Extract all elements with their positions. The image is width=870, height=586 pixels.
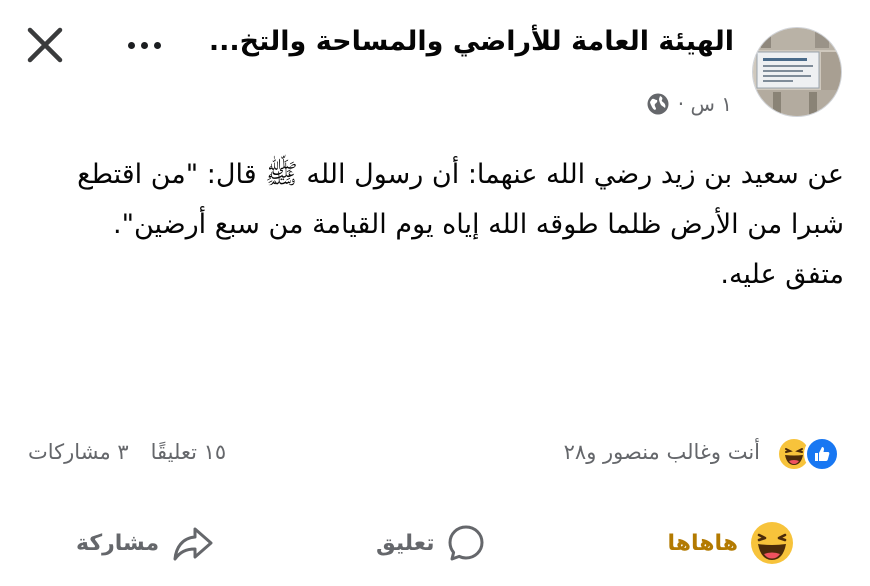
post-meta: ١ س · <box>646 92 732 116</box>
engagement-counts: ١٥ تعليقًا ٣ مشاركات <box>28 440 226 464</box>
reactors-text[interactable]: أنت وغالب منصور و٢٨ <box>564 440 760 464</box>
comment-label: تعليق <box>376 530 435 556</box>
post-text: عن سعيد بن زيد رضي الله عنهما: أن رسول ا… <box>30 150 844 300</box>
page-name[interactable]: الهيئة العامة للأراضي والمساحة والتخ... <box>209 26 734 57</box>
shares-count[interactable]: ٣ مشاركات <box>28 440 129 464</box>
close-icon <box>27 27 63 63</box>
share-button[interactable]: مشاركة <box>76 510 215 576</box>
share-icon <box>173 527 213 561</box>
haha-icon <box>751 522 793 564</box>
more-dots-icon <box>127 41 135 49</box>
share-label: مشاركة <box>76 530 160 556</box>
haha-reaction-button[interactable]: هاهاها <box>667 510 794 576</box>
comments-count[interactable]: ١٥ تعليقًا <box>151 440 227 464</box>
post-header: الهيئة العامة للأراضي والمساحة والتخ... … <box>0 0 870 140</box>
post-paragraph: متفق عليه. <box>720 259 844 290</box>
close-button[interactable] <box>22 22 68 68</box>
post-stats: أنت وغالب منصور و٢٨ ١٥ تعليقًا ٣ مشاركات <box>0 430 870 482</box>
post-actions: هاهاها تعليق مشاركة <box>0 510 870 576</box>
haha-label: هاهاها <box>667 530 738 556</box>
post-time[interactable]: ١ س · <box>678 92 732 116</box>
reaction-summary[interactable] <box>776 436 840 472</box>
post-paragraph: عن سعيد بن زيد رضي الله عنهما: أن رسول ا… <box>77 159 844 240</box>
comment-icon <box>448 525 484 561</box>
like-reaction-icon <box>804 436 840 472</box>
page-avatar[interactable] <box>752 27 842 117</box>
more-options-button[interactable] <box>118 30 170 60</box>
comment-button[interactable]: تعليق <box>376 510 486 576</box>
globe-icon <box>646 92 670 116</box>
